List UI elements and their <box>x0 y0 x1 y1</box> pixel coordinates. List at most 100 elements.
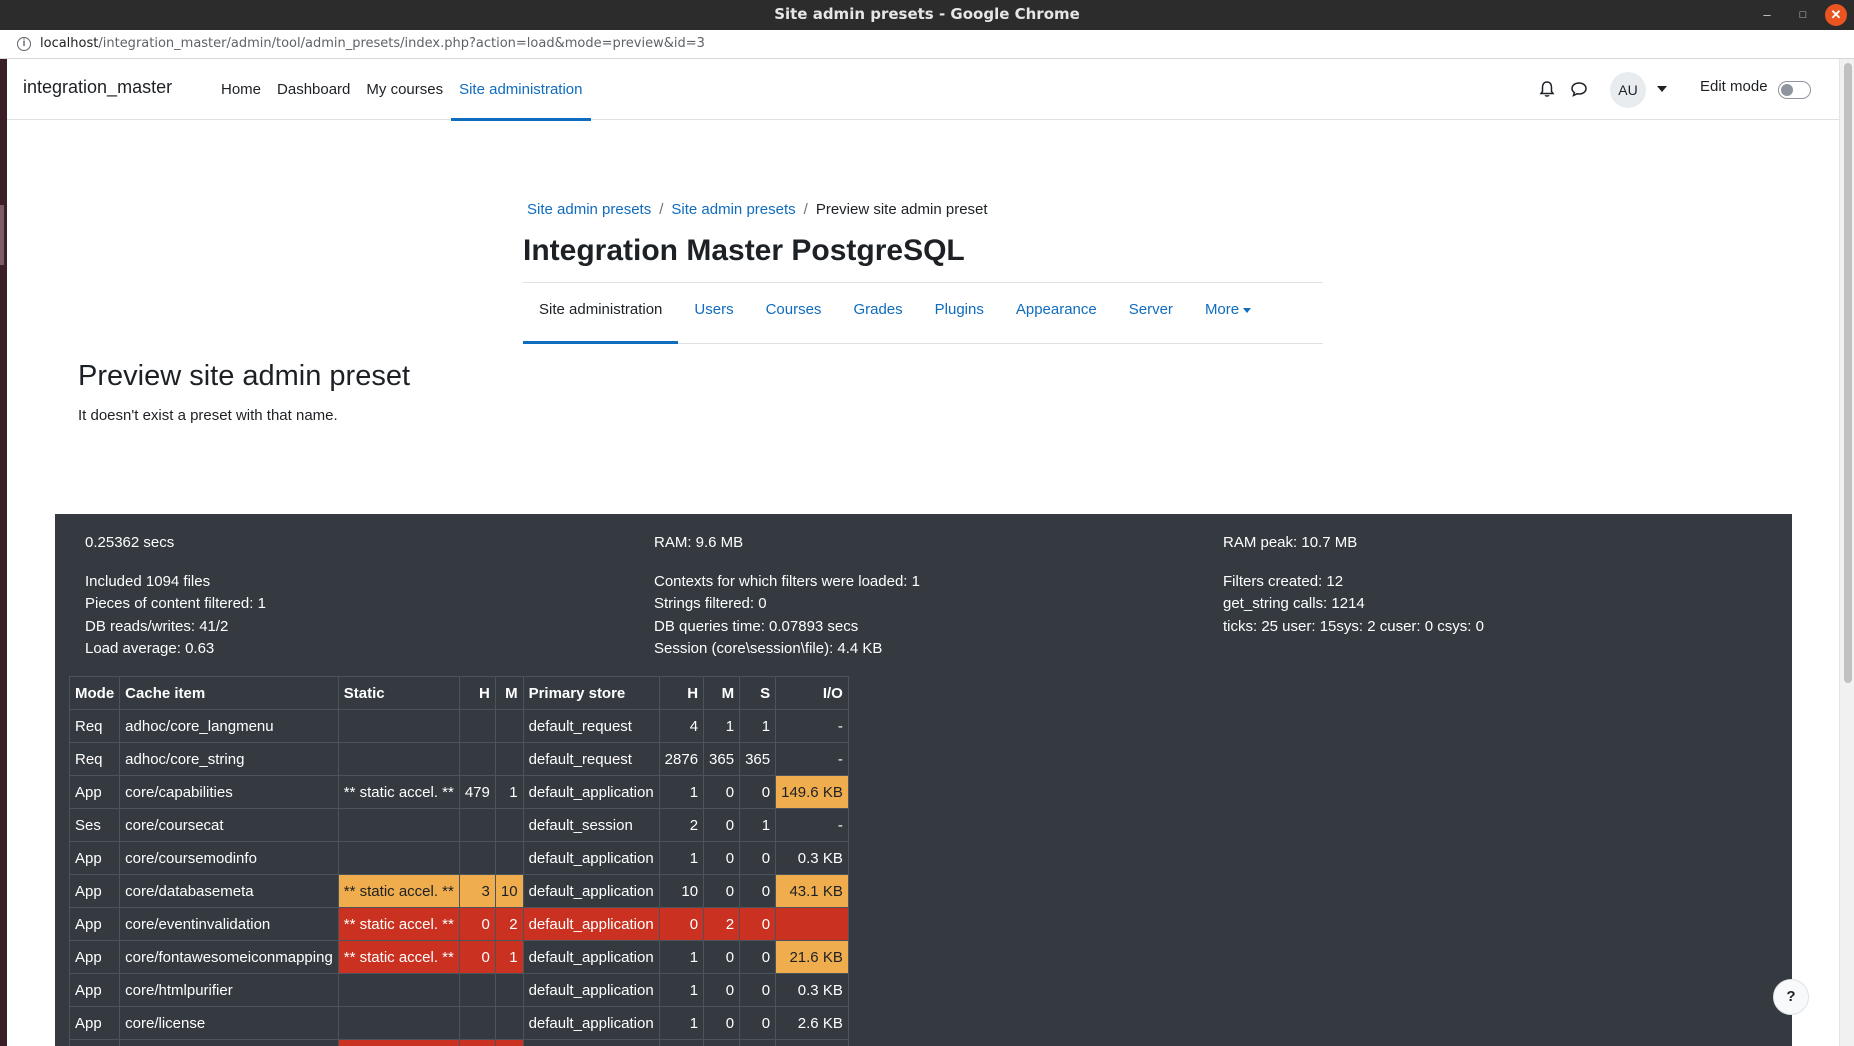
tab-appearance[interactable]: Appearance <box>1000 283 1113 343</box>
nav-dashboard[interactable]: Dashboard <box>269 59 358 120</box>
page-heading: Integration Master PostgreSQL <box>523 234 965 267</box>
cell-static-misses: 2 <box>494 907 524 941</box>
user-avatar[interactable]: AU <box>1610 72 1646 108</box>
cell-static <box>337 742 460 776</box>
perf-contexts-loaded: Contexts for which filters were loaded: … <box>654 572 920 590</box>
cell-sets: 0 <box>739 1006 777 1040</box>
cell-mode: Req <box>68 742 121 776</box>
cell-cache-item: core/fontawesomeiconmapping <box>119 940 339 974</box>
cell-hits: 2876 <box>658 742 705 776</box>
breadcrumb: Site admin presets / Site admin presets … <box>527 201 988 218</box>
scrollbar-thumb[interactable] <box>1844 63 1852 683</box>
site-brand[interactable]: integration_master <box>23 77 172 98</box>
col-sets: S <box>739 676 777 710</box>
cell-static-hits <box>458 742 496 776</box>
cell-io <box>775 907 849 941</box>
table-row: App core/coursemodinfo default_application… <box>68 841 849 875</box>
tab-courses[interactable]: Courses <box>750 283 838 343</box>
nav-site-administration[interactable]: Site administration <box>451 59 591 121</box>
table-header-row: Mode Cache item Static H M Primary store… <box>68 676 849 710</box>
cell-io: 0.3 KB <box>775 841 849 875</box>
cell-static-misses <box>494 841 524 875</box>
perf-included-files: Included 1094 files <box>85 572 211 590</box>
cell-misses: 0 <box>703 940 741 974</box>
tab-site-administration[interactable]: Site administration <box>523 283 679 344</box>
col-io: I/O <box>775 676 849 710</box>
cell-static-hits <box>458 1006 496 1040</box>
tab-users[interactable]: Users <box>678 283 749 343</box>
cell-sets: 1 <box>739 808 777 842</box>
cell-misses: 0 <box>703 841 741 875</box>
cell-cache-item: core/htmlpurifier <box>119 973 339 1007</box>
cell-misses: 0 <box>703 973 741 1007</box>
cache-table-body: Req adhoc/core_langmenu default_request 4 1 1… <box>68 709 849 1046</box>
perf-column-1: 0.25362 secs Included 1094 files Pieces … <box>85 532 266 661</box>
cell-primary-store: default_application <box>522 907 660 941</box>
messages-icon[interactable] <box>1569 79 1589 99</box>
breadcrumb-link-presets[interactable]: Site admin presets <box>527 201 651 218</box>
page-scrollbar[interactable] <box>1839 59 1854 1046</box>
cell-primary-store: default_application <box>522 775 660 809</box>
cell-io: 0.3 KB <box>775 973 849 1007</box>
site-info-icon[interactable]: i <box>17 37 31 51</box>
cell-static-hits <box>458 808 496 842</box>
cell-hits: 4 <box>658 709 705 743</box>
minimize-icon[interactable]: – <box>1755 3 1779 27</box>
cell-static: ** static accel. ** <box>337 940 460 974</box>
help-button[interactable]: ? <box>1773 979 1809 1015</box>
col-hits: H <box>658 676 705 710</box>
cell-cache-item: core/capabilities <box>119 775 339 809</box>
cell-hits: 10 <box>658 874 705 908</box>
main-title: Preview site admin preset <box>78 360 411 392</box>
cell-static-hits <box>458 841 496 875</box>
cell-misses: 0 <box>703 1006 741 1040</box>
cell-cache-item: adhoc/core_langmenu <box>119 709 339 743</box>
nav-my-courses[interactable]: My courses <box>358 59 451 120</box>
cell-cache-item: core/eventinvalidation <box>119 907 339 941</box>
table-cell-partial <box>739 1039 777 1046</box>
chevron-down-icon <box>1243 307 1252 313</box>
cache-usage-table: Mode Cache item Static H M Primary store… <box>68 676 849 1046</box>
table-row-partial <box>68 1039 849 1046</box>
primary-navbar: integration_master Home Dashboard My cou… <box>7 59 1839 121</box>
dock-indicator <box>0 205 4 265</box>
url-text[interactable]: localhost/integration_master/admin/tool/… <box>40 36 705 51</box>
breadcrumb-link-presets-2[interactable]: Site admin presets <box>671 201 795 218</box>
cell-primary-store: default_application <box>522 841 660 875</box>
cell-static-hits <box>458 973 496 1007</box>
table-cell-partial <box>658 1039 705 1046</box>
cell-static: ** static accel. ** <box>337 907 460 941</box>
user-menu-caret-icon[interactable] <box>1657 86 1667 92</box>
address-bar[interactable]: i localhost/integration_master/admin/too… <box>0 30 1854 59</box>
close-icon[interactable]: ✕ <box>1825 4 1847 26</box>
cell-static: ** static accel. ** <box>337 874 460 908</box>
cell-mode: App <box>68 907 121 941</box>
maximize-icon[interactable]: □ <box>1791 3 1815 27</box>
edit-mode-toggle[interactable] <box>1778 81 1811 99</box>
nav-home[interactable]: Home <box>213 59 269 120</box>
cell-primary-store: default_application <box>522 1006 660 1040</box>
notification-bell-icon[interactable] <box>1537 79 1557 99</box>
cell-hits: 1 <box>658 940 705 974</box>
cell-primary-store: default_request <box>522 742 660 776</box>
table-cell-partial <box>522 1039 660 1046</box>
cell-mode: App <box>68 1006 121 1040</box>
cell-hits: 1 <box>658 973 705 1007</box>
cell-hits: 1 <box>658 841 705 875</box>
tab-plugins[interactable]: Plugins <box>919 283 1000 343</box>
url-path: /integration_master/admin/tool/admin_pre… <box>98 36 705 51</box>
cell-mode: Ses <box>68 808 121 842</box>
table-cell-partial <box>458 1039 496 1046</box>
perf-db-reads-writes: DB reads/writes: 41/2 <box>85 617 229 635</box>
cell-static-hits <box>458 709 496 743</box>
cell-hits: 1 <box>658 775 705 809</box>
cell-cache-item: adhoc/core_string <box>119 742 339 776</box>
tab-grades[interactable]: Grades <box>837 283 918 343</box>
table-row: Ses core/coursecat default_session 2 0 1- <box>68 808 849 842</box>
tab-more[interactable]: More <box>1189 283 1267 343</box>
cell-static-hits: 479 <box>458 775 496 809</box>
breadcrumb-separator: / <box>659 201 664 218</box>
table-row: Req adhoc/core_langmenu default_request 4 1 1… <box>68 709 849 743</box>
tab-server[interactable]: Server <box>1113 283 1189 343</box>
col-cache-item: Cache item <box>119 676 339 710</box>
